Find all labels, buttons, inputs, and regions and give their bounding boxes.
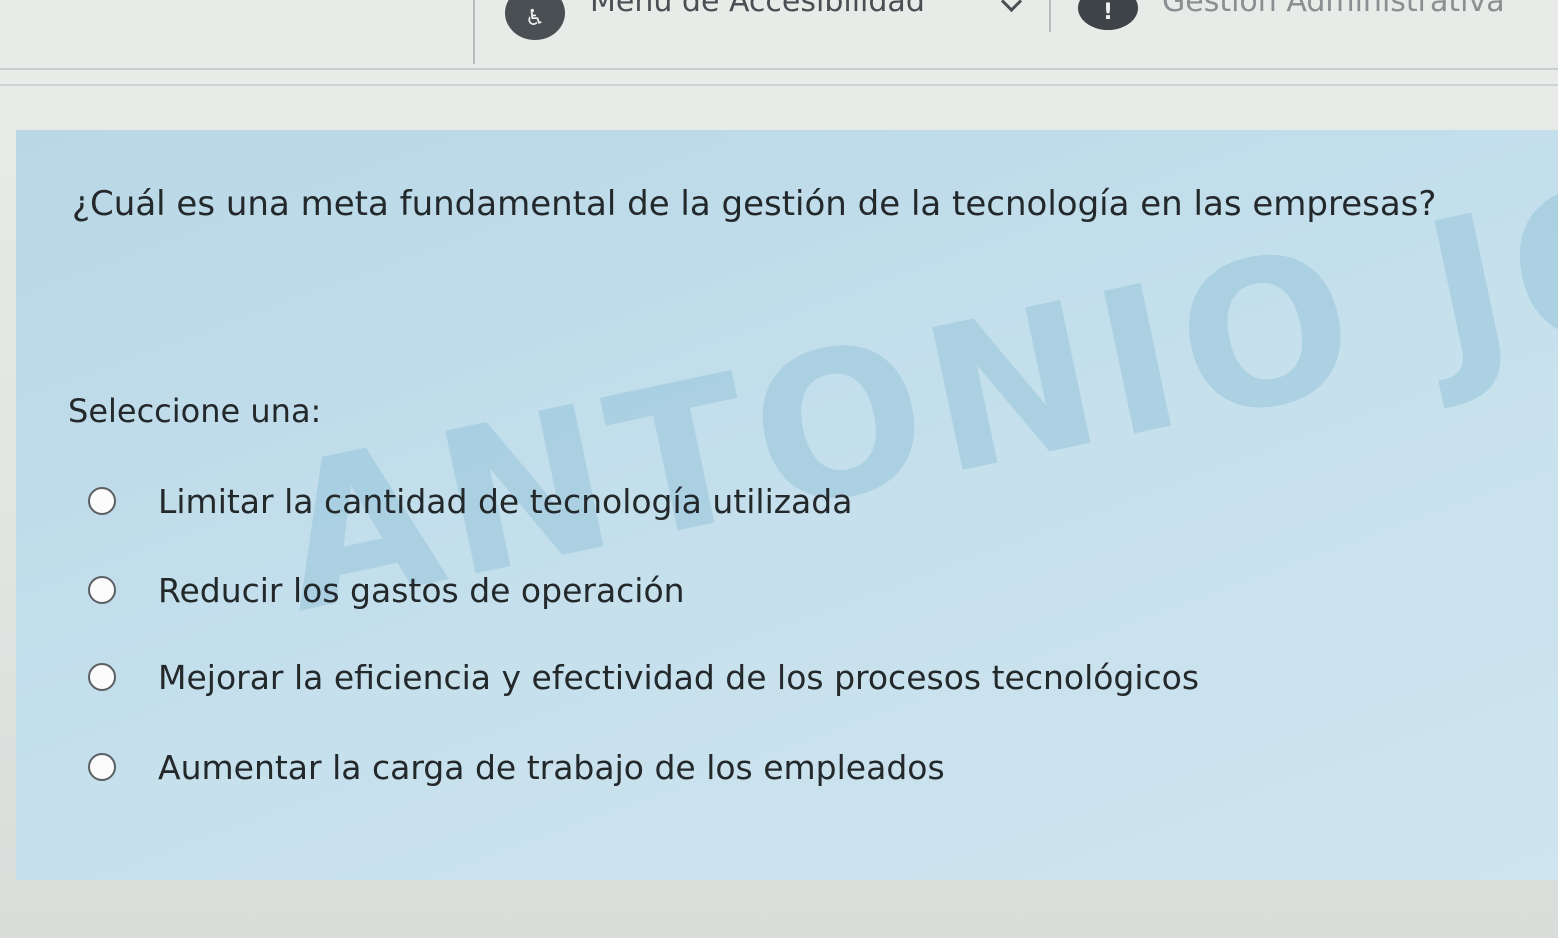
admin-menu-label[interactable]: Gestión Administrativa	[1162, 0, 1505, 19]
answer-option-3[interactable]: Mejorar la eficiencia y efectividad de l…	[88, 652, 1199, 702]
answer-option-label[interactable]: Reducir los gastos de operación	[158, 571, 685, 610]
radio-button[interactable]	[88, 753, 116, 781]
question-text: ¿Cuál es una meta fundamental de la gest…	[72, 184, 1437, 224]
radio-button[interactable]	[88, 663, 116, 691]
divider	[0, 84, 1558, 86]
accessibility-menu-label[interactable]: Menú de Accesibilidad	[590, 0, 925, 19]
radio-button[interactable]	[88, 487, 116, 515]
answer-option-1[interactable]: Limitar la cantidad de tecnología utiliz…	[88, 476, 852, 526]
page: ♿ Menú de Accesibilidad ! Gestión Admini…	[0, 0, 1558, 938]
answer-option-2[interactable]: Reducir los gastos de operación	[88, 565, 685, 615]
nav-divider	[1049, 0, 1051, 32]
top-navigation-bar: ♿ Menú de Accesibilidad ! Gestión Admini…	[0, 0, 1558, 70]
answer-option-4[interactable]: Aumentar la carga de trabajo de los empl…	[88, 742, 945, 792]
select-prompt: Seleccione una:	[68, 392, 322, 430]
answer-option-label[interactable]: Limitar la cantidad de tecnología utiliz…	[158, 482, 852, 521]
answer-option-label[interactable]: Mejorar la eficiencia y efectividad de l…	[158, 658, 1199, 697]
nav-divider	[473, 0, 475, 64]
answer-option-label[interactable]: Aumentar la carga de trabajo de los empl…	[158, 748, 945, 787]
radio-button[interactable]	[88, 576, 116, 604]
accessibility-icon[interactable]: ♿	[505, 0, 565, 40]
chevron-down-icon[interactable]	[1000, 0, 1023, 13]
alert-icon[interactable]: !	[1078, 0, 1138, 30]
